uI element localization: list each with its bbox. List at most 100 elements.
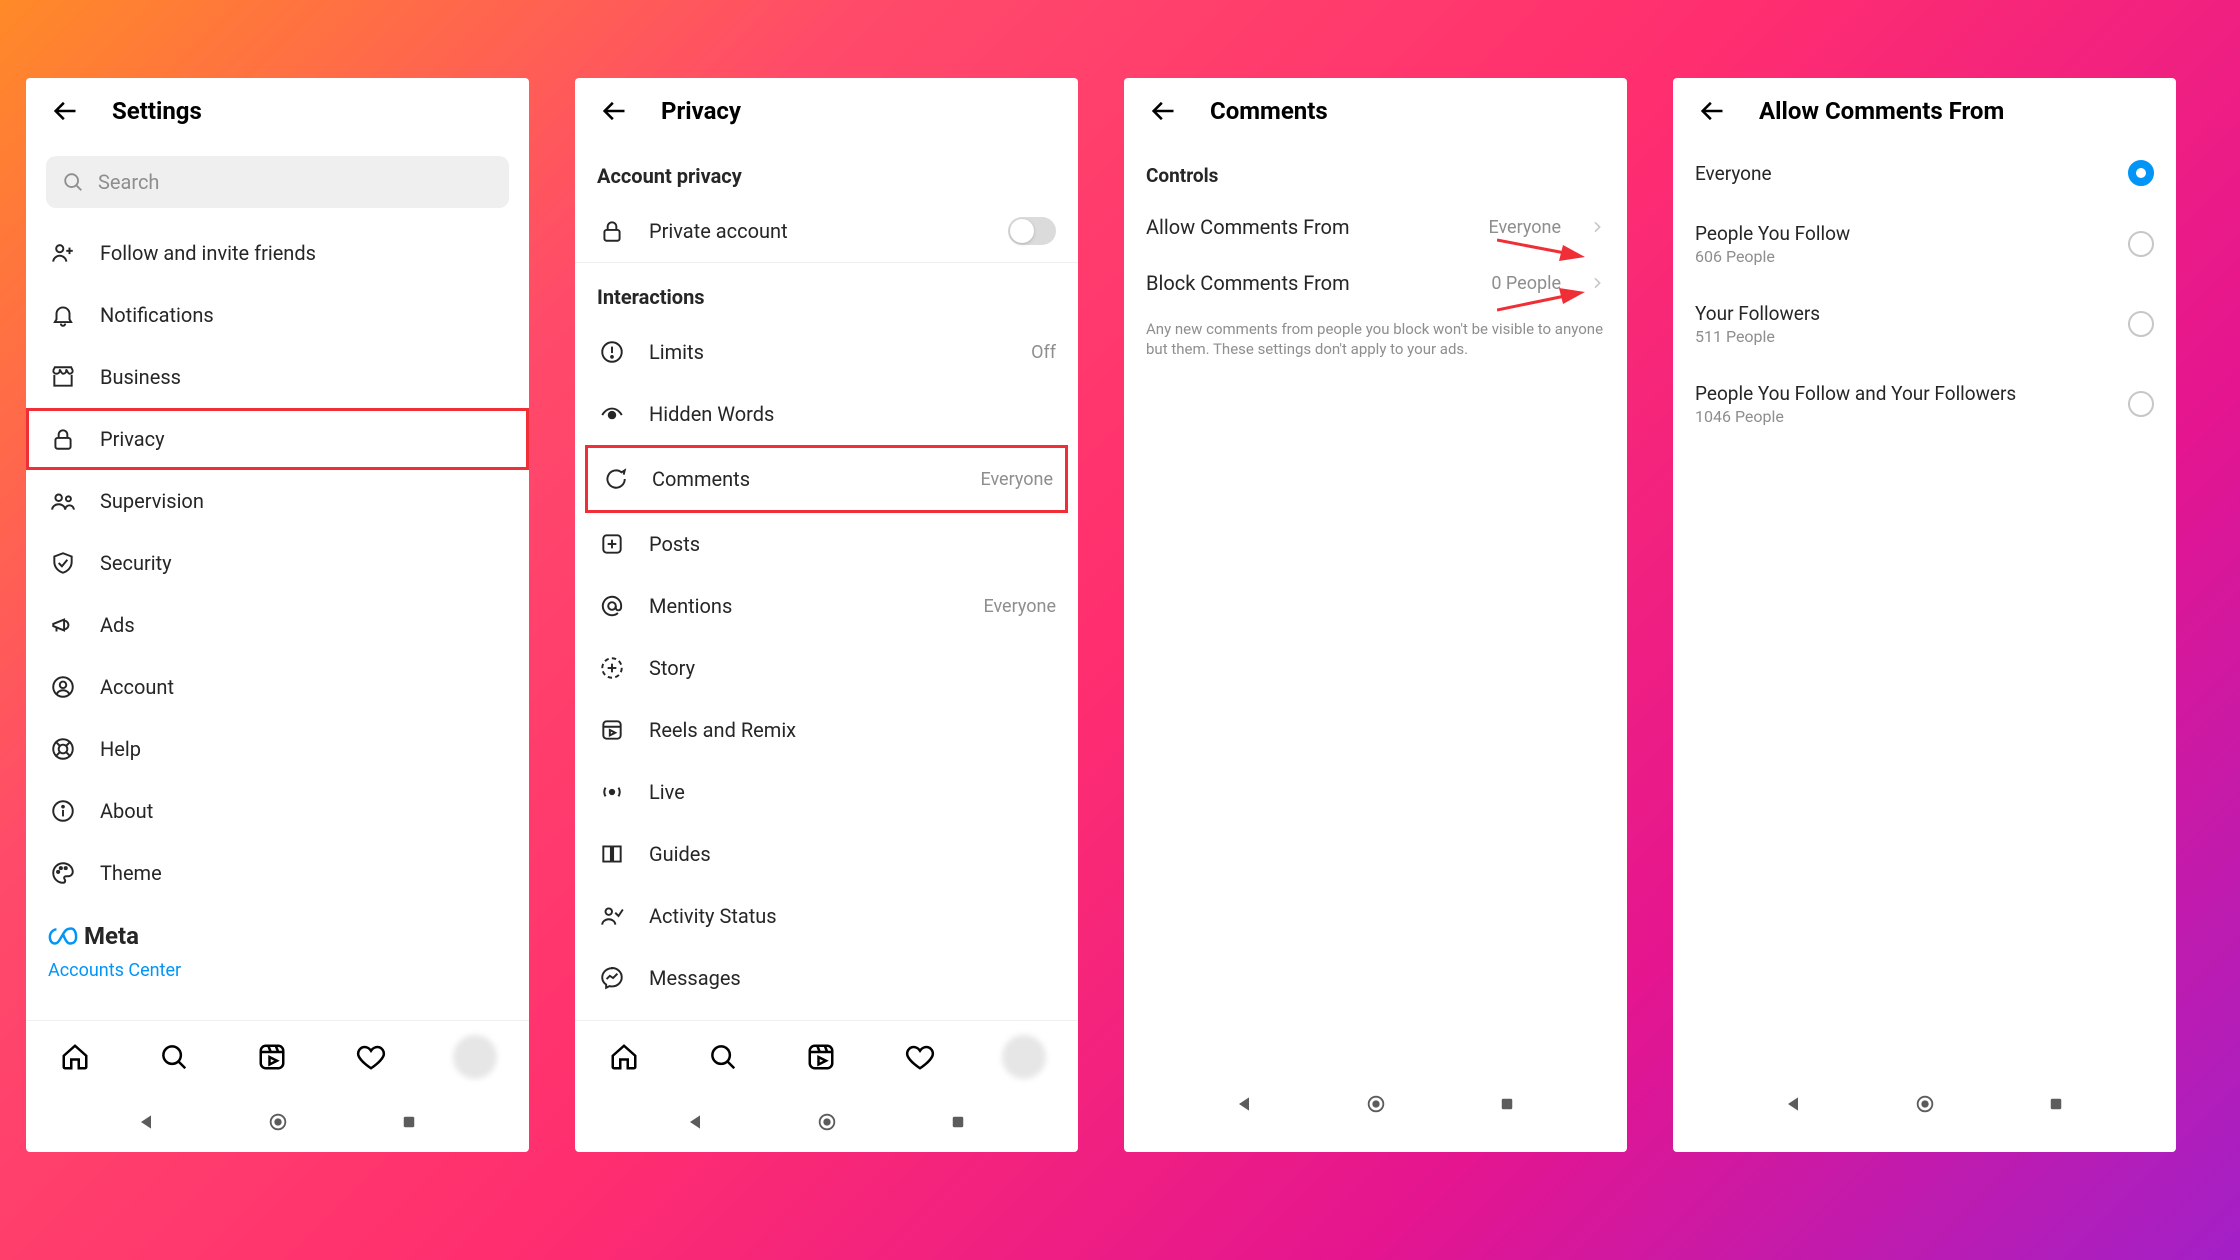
story-plus-icon (597, 653, 627, 683)
settings-item-account[interactable]: Account (26, 656, 529, 718)
people-icon (48, 486, 78, 516)
android-home-icon[interactable] (815, 1110, 839, 1134)
settings-item-supervision[interactable]: Supervision (26, 470, 529, 532)
privacy-item-comments[interactable]: Comments Everyone (588, 448, 1065, 510)
radio-indicator[interactable] (2128, 391, 2154, 417)
comment-icon (600, 464, 630, 494)
heart-nav-icon[interactable] (903, 1040, 937, 1074)
settings-item-ads[interactable]: Ads (26, 594, 529, 656)
section-interactions: Interactions (575, 263, 1078, 321)
allow-comments-label: Allow Comments From (1146, 215, 1466, 239)
settings-item-label: Theme (100, 861, 507, 885)
back-arrow-icon[interactable] (597, 94, 631, 128)
privacy-item-label: Comments (652, 467, 958, 491)
android-back-icon[interactable] (683, 1110, 707, 1134)
bottom-nav (575, 1020, 1078, 1092)
android-home-icon[interactable] (266, 1110, 290, 1134)
settings-item-security[interactable]: Security (26, 532, 529, 594)
privacy-item-guides[interactable]: Guides (575, 823, 1078, 885)
reels-nav-icon[interactable] (255, 1040, 289, 1074)
privacy-item-hidden-words[interactable]: Hidden Words (575, 383, 1078, 445)
screen-privacy: Privacy Account privacy Private account … (575, 78, 1078, 1152)
radio-option-sub: 1046 People (1695, 407, 2016, 426)
android-home-icon[interactable] (1364, 1092, 1388, 1116)
privacy-item-label: Guides (649, 842, 1056, 866)
meta-section: Meta Accounts Center (26, 904, 529, 987)
radio-option-label: People You Follow (1695, 222, 1850, 245)
home-icon[interactable] (58, 1040, 92, 1074)
android-recent-icon[interactable] (946, 1110, 970, 1134)
page-title: Privacy (661, 97, 741, 125)
home-icon[interactable] (607, 1040, 641, 1074)
android-back-icon[interactable] (1781, 1092, 1805, 1116)
settings-item-help[interactable]: Help (26, 718, 529, 780)
settings-item-label: About (100, 799, 507, 823)
radio-indicator[interactable] (2128, 231, 2154, 257)
person-plus-icon (48, 238, 78, 268)
radio-option-sub: 511 People (1695, 327, 1820, 346)
back-arrow-icon[interactable] (1146, 94, 1180, 128)
live-icon (597, 777, 627, 807)
allow-comments-row[interactable]: Allow Comments From Everyone (1124, 199, 1627, 255)
android-recent-icon[interactable] (2044, 1092, 2068, 1116)
page-title: Settings (112, 97, 202, 125)
plus-square-icon (597, 529, 627, 559)
settings-item-privacy[interactable]: Privacy (26, 408, 529, 470)
radio-indicator[interactable] (2128, 311, 2154, 337)
radio-your-followers[interactable]: Your Followers 511 People (1673, 284, 2176, 364)
privacy-item-reels-remix[interactable]: Reels and Remix (575, 699, 1078, 761)
android-home-icon[interactable] (1913, 1092, 1937, 1116)
private-account-toggle[interactable] (1008, 217, 1056, 245)
block-comments-row[interactable]: Block Comments From 0 People (1124, 255, 1627, 311)
heart-nav-icon[interactable] (354, 1040, 388, 1074)
settings-item-business[interactable]: Business (26, 346, 529, 408)
android-recent-icon[interactable] (1495, 1092, 1519, 1116)
radio-indicator[interactable] (2128, 160, 2154, 186)
at-icon (597, 591, 627, 621)
private-account-row[interactable]: Private account (575, 200, 1078, 262)
reels-icon (597, 715, 627, 745)
privacy-item-label: Messages (649, 966, 1056, 990)
block-comments-label: Block Comments From (1146, 271, 1469, 295)
block-comments-value: 0 People (1491, 273, 1561, 294)
privacy-item-posts[interactable]: Posts (575, 513, 1078, 575)
privacy-item-label: Posts (649, 532, 1056, 556)
settings-item-follow-invite[interactable]: Follow and invite friends (26, 222, 529, 284)
radio-option-label: Everyone (1695, 162, 1772, 185)
radio-both[interactable]: People You Follow and Your Followers 104… (1673, 364, 2176, 444)
helper-text: Any new comments from people you block w… (1124, 311, 1627, 360)
profile-avatar[interactable] (453, 1035, 497, 1079)
android-nav (575, 1092, 1078, 1152)
back-arrow-icon[interactable] (48, 94, 82, 128)
privacy-item-story[interactable]: Story (575, 637, 1078, 699)
radio-option-label: Your Followers (1695, 302, 1820, 325)
privacy-item-live[interactable]: Live (575, 761, 1078, 823)
search-input[interactable]: Search (46, 156, 509, 208)
radio-people-you-follow[interactable]: People You Follow 606 People (1673, 204, 2176, 284)
privacy-item-mentions[interactable]: Mentions Everyone (575, 575, 1078, 637)
privacy-item-label: Hidden Words (649, 402, 1056, 426)
lock-icon (597, 216, 627, 246)
settings-item-about[interactable]: About (26, 780, 529, 842)
settings-item-label: Account (100, 675, 507, 699)
reels-nav-icon[interactable] (804, 1040, 838, 1074)
privacy-item-activity-status[interactable]: Activity Status (575, 885, 1078, 947)
radio-everyone[interactable]: Everyone (1673, 142, 2176, 204)
settings-item-label: Security (100, 551, 507, 575)
settings-item-theme[interactable]: Theme (26, 842, 529, 904)
search-nav-icon[interactable] (157, 1040, 191, 1074)
profile-avatar[interactable] (1002, 1035, 1046, 1079)
android-recent-icon[interactable] (397, 1110, 421, 1134)
settings-item-label: Supervision (100, 489, 507, 513)
privacy-item-limits[interactable]: Limits Off (575, 321, 1078, 383)
privacy-item-trail: Off (1031, 342, 1056, 363)
search-nav-icon[interactable] (706, 1040, 740, 1074)
android-back-icon[interactable] (134, 1110, 158, 1134)
settings-item-notifications[interactable]: Notifications (26, 284, 529, 346)
highlight-comments: Comments Everyone (585, 445, 1068, 513)
back-arrow-icon[interactable] (1695, 94, 1729, 128)
android-back-icon[interactable] (1232, 1092, 1256, 1116)
accounts-center-link[interactable]: Accounts Center (48, 950, 507, 981)
android-nav (26, 1092, 529, 1152)
privacy-item-messages[interactable]: Messages (575, 947, 1078, 1009)
